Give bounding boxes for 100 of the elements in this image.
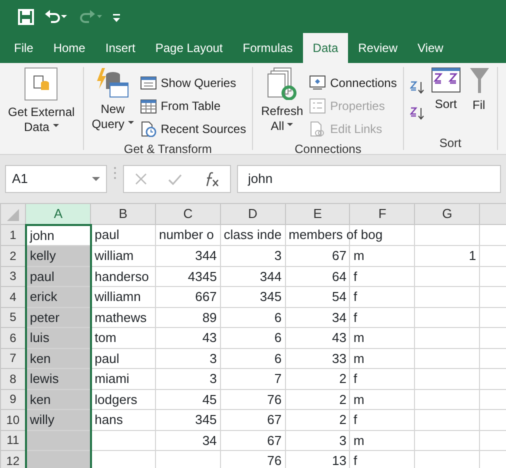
ribbon-tab[interactable]: File xyxy=(4,33,44,63)
document-clock-icon xyxy=(140,120,157,136)
cell-text: luis xyxy=(30,330,50,345)
cell-text: kelly xyxy=(30,248,56,263)
row-header[interactable]: 3 xyxy=(0,266,26,286)
table-icon xyxy=(140,98,157,114)
row-header[interactable]: 9 xyxy=(0,389,26,410)
cell-text: 33 xyxy=(332,350,346,366)
ribbon-button[interactable]: Show Queries xyxy=(140,71,246,94)
cell-text: hans xyxy=(94,412,123,427)
cell-text: m xyxy=(353,248,364,263)
cell-text: m xyxy=(353,392,364,406)
cell-text: 345 xyxy=(260,289,282,304)
ribbon-tab[interactable]: Home xyxy=(43,33,96,63)
column-header[interactable]: A xyxy=(26,204,91,224)
column-header[interactable]: C xyxy=(155,204,220,224)
cell-text: 7 xyxy=(274,371,282,386)
cell-text: 76 xyxy=(267,453,282,468)
ribbon-button[interactable]: From Table xyxy=(140,94,246,117)
column-header[interactable]: F xyxy=(350,204,415,224)
cell-text: lewis xyxy=(30,371,59,386)
cell-text: 3 xyxy=(339,432,346,448)
cell-text: 4345 xyxy=(188,268,217,284)
row-header[interactable]: 8 xyxy=(0,368,26,389)
row-header[interactable]: 1 xyxy=(0,224,26,246)
ribbon-tab[interactable]: View xyxy=(408,33,454,63)
cell-text: 344 xyxy=(260,268,282,284)
cell-text: 3 xyxy=(210,350,217,366)
filter-button[interactable]: Fil xyxy=(466,67,491,134)
triangle-icon xyxy=(5,206,22,223)
check-icon xyxy=(168,173,182,185)
group-label: Get & Transform xyxy=(122,141,213,154)
row-header[interactable]: 10 xyxy=(0,410,26,430)
cell-text: 667 xyxy=(195,289,217,304)
query-button[interactable]: New Query xyxy=(90,67,136,140)
sort-button[interactable]: Sort xyxy=(428,67,463,134)
cell-text: 6 xyxy=(274,350,282,366)
sort-icon xyxy=(430,67,461,93)
column-header[interactable]: B xyxy=(90,204,156,224)
cell-text: f xyxy=(353,453,358,468)
cell-text: f xyxy=(353,310,358,324)
save-icon xyxy=(18,8,34,24)
cell-text: 67 xyxy=(267,432,282,448)
cell-text: william xyxy=(94,248,134,263)
refresh-icon xyxy=(267,67,298,100)
column-header[interactable]: G xyxy=(414,204,480,224)
refresh-button[interactable]: Refresh All xyxy=(259,67,306,140)
save-button[interactable] xyxy=(18,8,34,24)
cell-text: class inde xyxy=(224,227,282,242)
row-header[interactable]: 6 xyxy=(0,328,26,348)
ribbon-tab[interactable]: Page Layout xyxy=(145,33,233,63)
group-label: Connections xyxy=(294,141,362,154)
database-icon xyxy=(24,67,58,101)
function-icon xyxy=(204,171,220,187)
cell-text: f xyxy=(353,412,358,427)
cell-text: erick xyxy=(30,289,58,304)
ribbon-tab[interactable]: Formulas xyxy=(232,33,303,63)
links-icon xyxy=(309,120,326,136)
window-icon xyxy=(140,74,157,90)
cell-text: 64 xyxy=(332,268,346,284)
group-label: Sort xyxy=(438,135,462,150)
name-box[interactable]: A1 xyxy=(5,165,107,193)
cell-text: 6 xyxy=(274,310,282,324)
caret-icon xyxy=(92,177,100,181)
cell-text: 89 xyxy=(202,310,217,324)
ribbon-button[interactable]: Connections xyxy=(309,71,397,94)
row-header[interactable]: 4 xyxy=(0,286,26,307)
cell-text: 45 xyxy=(202,392,217,406)
database-button[interactable]: Get External Data xyxy=(6,67,77,135)
row-header[interactable]: 5 xyxy=(0,307,26,328)
query-icon xyxy=(96,67,130,98)
column-header[interactable]: D xyxy=(220,204,286,224)
cell-text: ken xyxy=(30,350,51,366)
ribbon-button[interactable]: Recent Sources xyxy=(140,117,246,140)
cell-text: f xyxy=(353,371,358,386)
cell-text: 13 xyxy=(332,453,346,468)
row-header[interactable]: 11 xyxy=(0,430,26,450)
ribbon-tab[interactable]: Insert xyxy=(95,33,146,63)
row-header[interactable]: 2 xyxy=(0,246,26,266)
cell-text: 3 xyxy=(210,371,217,386)
ribbon-tab[interactable]: Review xyxy=(348,33,408,63)
cell-text: 1 xyxy=(468,248,476,263)
row-header[interactable]: 12 xyxy=(0,450,26,468)
formula-field[interactable]: john xyxy=(237,165,501,193)
cell-text: f xyxy=(353,289,358,304)
cell-text: 3 xyxy=(274,248,282,263)
cell-text: 2 xyxy=(339,412,346,427)
insert-function-button[interactable] xyxy=(204,171,220,187)
cell-text: 345 xyxy=(195,412,217,427)
undo-button[interactable] xyxy=(44,8,68,24)
close-icon xyxy=(134,173,147,185)
column-header[interactable]: E xyxy=(285,204,350,224)
ribbon-tab[interactable]: Data xyxy=(302,33,348,63)
cell-text: paul xyxy=(94,350,120,366)
cell-text: 34 xyxy=(332,310,346,324)
properties-icon xyxy=(309,98,326,114)
cell-text: 43 xyxy=(202,330,217,345)
cell-text: handerso xyxy=(94,268,149,284)
cell-text: lodgers xyxy=(94,392,138,406)
row-header[interactable]: 7 xyxy=(0,348,26,368)
